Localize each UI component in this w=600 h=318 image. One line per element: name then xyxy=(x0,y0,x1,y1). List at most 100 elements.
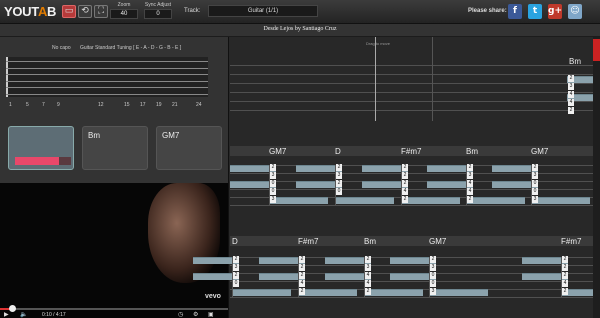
fret-number: 12 xyxy=(98,102,104,108)
tab-string-line xyxy=(230,281,593,282)
note-bar xyxy=(402,197,460,204)
fret-number-chip: 3 xyxy=(430,264,436,271)
fret-number-chip: 2 xyxy=(430,256,436,263)
facebook-icon[interactable]: f xyxy=(508,4,522,19)
loop-icon[interactable]: ⟲ xyxy=(78,5,92,18)
fret-number: 17 xyxy=(140,102,146,108)
fret-number-chip: 0 xyxy=(532,180,538,187)
fret-number-chip: 4 xyxy=(402,188,408,195)
sync-adjust-input[interactable]: 0 xyxy=(144,9,172,19)
video-time-separator: / xyxy=(53,312,55,318)
chord-label: F#m7 xyxy=(401,147,422,156)
tab-string-line xyxy=(230,110,593,111)
fret-number: 15 xyxy=(124,102,130,108)
playback-cursor[interactable] xyxy=(375,37,376,121)
chord-label: GM7 xyxy=(531,147,549,156)
tab-string-line xyxy=(230,101,593,102)
youtube-icon[interactable]: ▣ xyxy=(208,311,214,318)
chord-box[interactable] xyxy=(8,126,74,170)
fret-number-chip: 2 xyxy=(299,256,305,263)
tab-string-line xyxy=(230,173,593,174)
watch-later-icon[interactable]: ◷ xyxy=(178,311,183,318)
reddit-icon[interactable]: ☺ xyxy=(568,4,582,19)
fret-number-chip: 4 xyxy=(568,99,574,106)
fret-number-chip: 2 xyxy=(299,288,305,295)
tab-string-line xyxy=(230,189,593,190)
fret-number-chip: 0 xyxy=(270,188,276,195)
chord-label: Bm xyxy=(466,147,478,156)
fret-number-chip: 2 xyxy=(233,272,239,279)
video-time-total: 4:17 xyxy=(55,312,66,318)
tab-string-line xyxy=(230,181,593,182)
tab-string-line xyxy=(230,165,593,166)
fret-number-chip: 4 xyxy=(299,280,305,287)
fret-number-chip: 3 xyxy=(532,172,538,179)
chord-progress-bar xyxy=(15,157,71,165)
fret-number: 5 xyxy=(26,102,29,108)
video-toggle-icon[interactable]: ▭ xyxy=(62,5,76,18)
fret-number: 1 xyxy=(9,102,12,108)
tab-string-line xyxy=(230,92,593,93)
fret-number-chip: 3 xyxy=(430,288,436,295)
google-plus-icon[interactable]: g+ xyxy=(548,4,562,19)
chord-box[interactable]: Bm xyxy=(82,126,148,170)
chord-label: D xyxy=(335,147,341,156)
fret-number-chip: 4 xyxy=(562,280,568,287)
video-progress-bar[interactable] xyxy=(0,308,228,310)
video-time-current: 0:10 xyxy=(42,312,52,318)
fret-number-chip: 2 xyxy=(467,164,473,171)
tab-scrollbar[interactable] xyxy=(593,37,600,318)
twitter-icon[interactable]: t xyxy=(528,4,542,19)
fret-number-chip: 0 xyxy=(233,280,239,287)
sync-adjust-label: Sync Adjust xyxy=(144,2,172,8)
zoom-input[interactable]: 40 xyxy=(110,9,138,19)
fret-number-chip: 0 xyxy=(336,188,342,195)
chord-label: D xyxy=(232,237,238,246)
volume-icon[interactable]: 🔈 xyxy=(20,311,27,318)
fret-number-chip: 3 xyxy=(233,264,239,271)
fret-number-chip: 4 xyxy=(467,188,473,195)
fret-number-chip: 2 xyxy=(402,196,408,203)
video-scrubber-knob[interactable] xyxy=(9,305,16,312)
note-bar xyxy=(532,197,590,204)
chord-label: Bm xyxy=(364,237,376,246)
settings-icon[interactable]: ⚙ xyxy=(193,311,198,318)
fret-number-chip: 3 xyxy=(532,196,538,203)
fret-number-chip: 2 xyxy=(532,164,538,171)
fret-number-chip: 4 xyxy=(365,272,371,279)
fret-number-chip: 2 xyxy=(562,288,568,295)
youtab-logo[interactable]: YOUTAB xyxy=(4,4,56,19)
fret-number: 24 xyxy=(196,102,202,108)
video-time: 0:10 / 4:17 xyxy=(42,312,66,318)
tab-string-line xyxy=(230,65,593,66)
note-bar xyxy=(270,197,328,204)
play-icon[interactable]: ▶ xyxy=(4,311,9,318)
tab-scrollbar-thumb[interactable] xyxy=(593,39,600,61)
fullscreen-icon[interactable]: ⛶ xyxy=(94,5,108,18)
chord-label: F#m7 xyxy=(561,237,582,246)
chord-row xyxy=(230,236,600,246)
song-title-bar: Desde Lejos by Santiago Cruz xyxy=(0,24,600,37)
fretboard-string xyxy=(6,87,208,88)
chord-label: Bm xyxy=(569,57,581,66)
vevo-logo: vevo xyxy=(205,293,221,300)
logo-accent: A xyxy=(37,4,48,19)
fret-number-chip: 2 xyxy=(402,172,408,179)
tuning-label: Guitar Standard Tuning [ E - A - D - G -… xyxy=(80,45,182,51)
fret-number-chip: 2 xyxy=(568,75,574,82)
chord-box[interactable]: GM7 xyxy=(156,126,222,170)
video-player[interactable]: vevo ▶ 🔈 0:10 / 4:17 ◷ ⚙ ▣ xyxy=(0,183,228,318)
note-bar xyxy=(336,197,394,204)
measure-line xyxy=(269,165,270,205)
measure-line xyxy=(298,257,299,297)
fret-number-chip: 2 xyxy=(336,180,342,187)
measure-line xyxy=(531,165,532,205)
fret-number-chip: 3 xyxy=(336,172,342,179)
fret-number-chip: 2 xyxy=(336,164,342,171)
measure-line xyxy=(432,37,433,121)
fret-number: 21 xyxy=(172,102,178,108)
tab-string-line xyxy=(230,297,593,298)
track-select[interactable]: Guitar (1/1) xyxy=(208,5,318,17)
fret-number-chip: 3 xyxy=(270,172,276,179)
fretboard-string xyxy=(6,80,208,82)
